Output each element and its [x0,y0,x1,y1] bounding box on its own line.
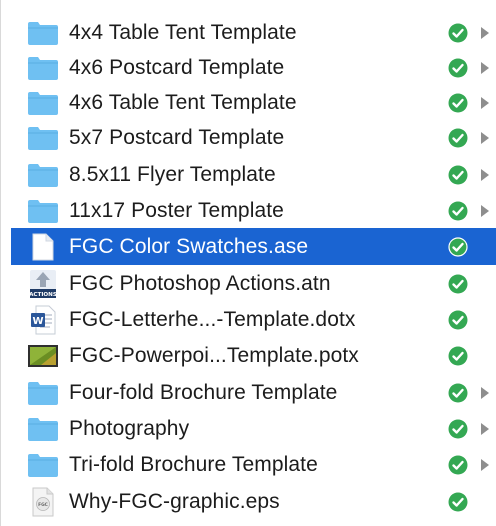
blank-document-icon [27,232,59,262]
file-name: FGC Photoshop Actions.atn [69,271,331,295]
list-item[interactable]: 4x6 Postcard Template [11,49,489,86]
powerpoint-template-icon [27,341,59,371]
disclosure-triangle-icon[interactable] [480,204,490,218]
list-item[interactable]: 5x7 Postcard Template [11,119,489,156]
svg-text:FGC: FGC [38,501,48,507]
synced-checkmark-icon [448,383,468,403]
synced-checkmark-icon [448,310,468,330]
file-name: Photography [69,416,190,440]
file-name: 8.5x11 Flyer Template [69,162,276,186]
synced-checkmark-icon [448,128,468,148]
folder-icon [27,123,59,153]
synced-checkmark-icon [448,455,468,475]
disclosure-triangle-icon[interactable] [480,168,490,182]
eps-document-icon: FGC [27,487,59,517]
svg-text:ACTIONS: ACTIONS [29,292,57,298]
folder-icon [27,53,59,83]
folder-icon [27,196,59,226]
synced-checkmark-icon [448,346,468,366]
synced-checkmark-icon [448,58,468,78]
folder-icon [27,88,59,118]
list-item[interactable]: Four-fold Brochure Template [11,374,489,411]
disclosure-triangle-icon[interactable] [480,26,490,40]
file-name: 11x17 Poster Template [69,198,284,222]
folder-icon [27,378,59,408]
folder-icon [27,18,59,48]
folder-icon [27,450,59,480]
folder-icon [27,160,59,190]
photoshop-actions-icon: ACTIONS [27,269,59,299]
file-name: Tri-fold Brochure Template [69,452,318,476]
file-name: 4x4 Table Tent Template [69,20,297,44]
synced-checkmark-icon [448,274,468,294]
list-item[interactable]: 11x17 Poster Template [11,192,489,229]
file-name: FGC-Letterhe...-Template.dotx [69,307,356,331]
disclosure-triangle-icon[interactable] [480,61,490,75]
synced-checkmark-icon [448,236,468,257]
synced-checkmark-icon [448,419,468,439]
list-item[interactable]: Tri-fold Brochure Template [11,446,489,483]
disclosure-triangle-icon[interactable] [480,386,490,400]
word-document-icon: W [27,305,59,335]
synced-checkmark-icon [448,165,468,185]
list-item[interactable]: 8.5x11 Flyer Template [11,156,489,193]
list-item[interactable]: W FGC-Letterhe...-Template.dotx [11,301,481,338]
synced-checkmark-icon [448,93,468,113]
list-item[interactable]: 4x6 Table Tent Template [11,84,489,121]
file-name: 4x6 Postcard Template [69,55,285,79]
list-item-selected[interactable]: FGC Color Swatches.ase [11,228,496,265]
file-name: 4x6 Table Tent Template [69,90,297,114]
disclosure-triangle-icon[interactable] [480,131,490,145]
disclosure-triangle-icon[interactable] [480,458,490,472]
disclosure-triangle-icon[interactable] [480,96,490,110]
disclosure-triangle-icon[interactable] [480,422,490,436]
list-item[interactable]: ACTIONS FGC Photoshop Actions.atn [11,265,481,302]
synced-checkmark-icon [448,492,468,512]
file-name: FGC Color Swatches.ase [69,234,309,258]
list-item[interactable]: FGC-Powerpoi...Template.potx [11,337,481,374]
file-name: FGC-Powerpoi...Template.potx [69,343,359,367]
list-item[interactable]: 4x4 Table Tent Template [11,14,489,51]
synced-checkmark-icon [448,201,468,221]
synced-checkmark-icon [448,23,468,43]
file-name: 5x7 Postcard Template [69,125,285,149]
file-name: Four-fold Brochure Template [69,380,338,404]
list-item[interactable]: Photography [11,410,489,447]
folder-icon [27,414,59,444]
list-item[interactable]: FGC Why-FGC-graphic.eps [11,483,481,520]
finder-file-list: 4x4 Table Tent Template 4x6 Postcard Tem… [0,0,496,526]
svg-text:W: W [32,316,43,327]
file-name: Why-FGC-graphic.eps [69,489,280,513]
